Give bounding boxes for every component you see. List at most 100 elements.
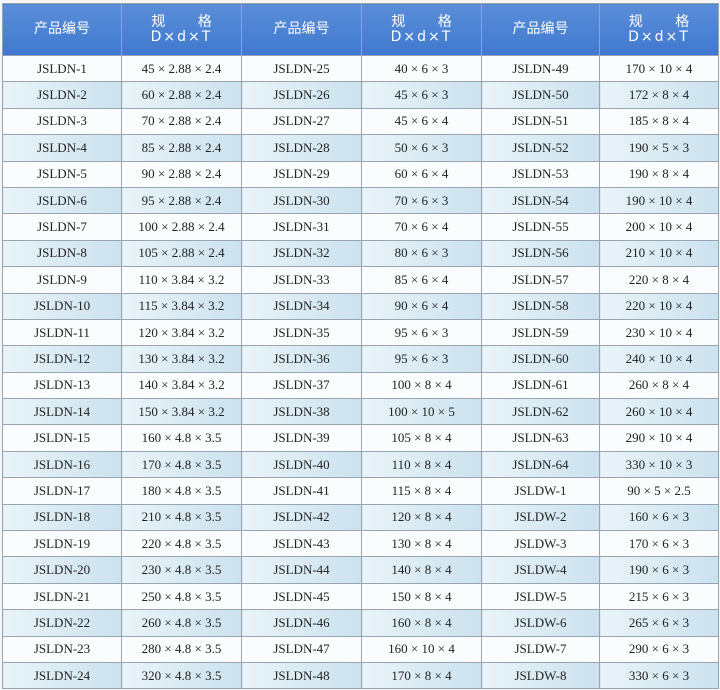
product-code-cell: JSLDN-31 — [241, 213, 362, 241]
spec-cell: 150 × 3.84 × 3.2 — [121, 398, 242, 426]
product-code-cell: JSLDW-5 — [481, 582, 600, 611]
product-code-cell: JSLDN-3 — [2, 107, 122, 136]
product-code-cell: JSLDN-49 — [481, 54, 600, 83]
table-row: JSLDN-13 140 × 3.84 × 3.2 JSLDN-37 100 × 8 … — [2, 371, 719, 400]
spec-cell: 210 × 10 × 4 — [599, 239, 719, 268]
spec-cell: 160 × 8 × 4 — [361, 609, 482, 637]
product-code-cell: JSLDN-5 — [2, 160, 122, 188]
product-code-cell: JSLDN-29 — [241, 160, 362, 188]
product-code-cell: JSLDN-32 — [241, 239, 362, 268]
product-code-cell: JSLDN-21 — [2, 582, 122, 611]
spec-cell: 60 × 2.88 × 2.4 — [121, 81, 242, 109]
product-code-cell: JSLDW-1 — [481, 477, 600, 505]
product-code-cell: JSLDN-60 — [481, 345, 600, 373]
product-code-cell: JSLDN-35 — [241, 318, 362, 347]
spec-cell: 140 × 3.84 × 3.2 — [121, 371, 242, 400]
product-code-cell: JSLDN-50 — [481, 81, 600, 109]
header-spec-dims: D×d×T — [150, 28, 213, 45]
table-row: JSLDN-2 60 × 2.88 × 2.4 JSLDN-26 45 × 6 × 3… — [2, 81, 719, 109]
spec-cell: 70 × 6 × 3 — [361, 186, 482, 215]
product-code-cell: JSLDN-56 — [481, 239, 600, 268]
spec-cell: 85 × 6 × 4 — [361, 266, 482, 294]
product-code-cell: JSLDN-38 — [241, 398, 362, 426]
spec-cell: 220 × 4.8 × 3.5 — [121, 530, 242, 558]
spec-cell: 290 × 6 × 3 — [599, 635, 719, 663]
product-code-cell: JSLDN-40 — [241, 450, 362, 479]
spec-cell: 190 × 5 × 3 — [599, 134, 719, 162]
spec-cell: 260 × 4.8 × 3.5 — [121, 609, 242, 637]
header-spec: 规 格 D×d×T — [599, 3, 719, 56]
spec-cell: 190 × 6 × 3 — [599, 556, 719, 584]
spec-cell: 70 × 2.88 × 2.4 — [121, 107, 242, 136]
table-row: JSLDN-21 250 × 4.8 × 3.5 JSLDN-45 150 × 8 ×… — [2, 582, 719, 611]
spec-cell: 150 × 8 × 4 — [361, 582, 482, 611]
product-code-cell: JSLDN-64 — [481, 450, 600, 479]
table-row: JSLDN-3 70 × 2.88 × 2.4 JSLDN-27 45 × 6 × 4… — [2, 107, 719, 136]
spec-cell: 90 × 2.88 × 2.4 — [121, 160, 242, 188]
product-code-cell: JSLDN-4 — [2, 134, 122, 162]
spec-cell: 330 × 10 × 3 — [599, 450, 719, 479]
product-code-cell: JSLDN-33 — [241, 266, 362, 294]
product-code-cell: JSLDN-10 — [2, 292, 122, 320]
product-code-cell: JSLDN-7 — [2, 213, 122, 241]
spec-cell: 130 × 8 × 4 — [361, 530, 482, 558]
spec-cell: 180 × 4.8 × 3.5 — [121, 477, 242, 505]
product-code-cell: JSLDN-48 — [241, 661, 362, 690]
spec-cell: 100 × 10 × 5 — [361, 398, 482, 426]
spec-cell: 320 × 4.8 × 3.5 — [121, 661, 242, 690]
spec-cell: 90 × 5 × 2.5 — [599, 477, 719, 505]
product-code-cell: JSLDN-30 — [241, 186, 362, 215]
product-code-cell: JSLDN-20 — [2, 556, 122, 584]
header-spec-title: 规 格 — [151, 13, 226, 30]
spec-cell: 45 × 6 × 4 — [361, 107, 482, 136]
spec-cell: 115 × 8 × 4 — [361, 477, 482, 505]
product-code-cell: JSLDW-2 — [481, 503, 600, 532]
table-row: JSLDN-15 160 × 4.8 × 3.5 JSLDN-39 105 × 8 ×… — [2, 424, 719, 452]
product-code-cell: JSLDN-2 — [2, 81, 122, 109]
product-code-cell: JSLDN-34 — [241, 292, 362, 320]
product-code-cell: JSLDN-41 — [241, 477, 362, 505]
spec-cell: 280 × 4.8 × 3.5 — [121, 635, 242, 663]
spec-cell: 105 × 2.88 × 2.4 — [121, 239, 242, 268]
spec-cell: 120 × 3.84 × 3.2 — [121, 318, 242, 347]
product-code-cell: JSLDN-23 — [2, 635, 122, 663]
product-code-cell: JSLDN-13 — [2, 371, 122, 400]
product-code-cell: JSLDN-6 — [2, 186, 122, 215]
product-code-cell: JSLDN-24 — [2, 661, 122, 690]
product-code-cell: JSLDN-18 — [2, 503, 122, 532]
spec-cell: 250 × 4.8 × 3.5 — [121, 582, 242, 611]
product-code-cell: JSLDN-52 — [481, 134, 600, 162]
spec-cell: 172 × 8 × 4 — [599, 81, 719, 109]
table-row: JSLDN-11 120 × 3.84 × 3.2 JSLDN-35 95 × 6 ×… — [2, 318, 719, 347]
spec-cell: 110 × 3.84 × 3.2 — [121, 266, 242, 294]
product-code-cell: JSLDN-9 — [2, 266, 122, 294]
table-row: JSLDN-6 95 × 2.88 × 2.4 JSLDN-30 70 × 6 × 3… — [2, 186, 719, 215]
table-row: JSLDN-19 220 × 4.8 × 3.5 JSLDN-43 130 × 8 ×… — [2, 530, 719, 558]
table-row: JSLDN-22 260 × 4.8 × 3.5 JSLDN-46 160 × 8 ×… — [2, 609, 719, 637]
spec-cell: 240 × 10 × 4 — [599, 345, 719, 373]
table-row: JSLDN-10 115 × 3.84 × 3.2 JSLDN-34 90 × 6 ×… — [2, 292, 719, 320]
product-code-cell: JSLDW-4 — [481, 556, 600, 584]
spec-cell: 160 × 10 × 4 — [361, 635, 482, 663]
product-code-cell: JSLDN-37 — [241, 371, 362, 400]
table-row: JSLDN-1 45 × 2.88 × 2.4 JSLDN-25 40 × 6 × 3… — [2, 54, 719, 83]
table-row: JSLDN-8 105 × 2.88 × 2.4 JSLDN-32 80 × 6 × … — [2, 239, 719, 268]
spec-cell: 70 × 6 × 4 — [361, 213, 482, 241]
header-product-code: 产品编号 — [2, 3, 122, 56]
product-code-cell: JSLDN-55 — [481, 213, 600, 241]
table-body: JSLDN-1 45 × 2.88 × 2.4 JSLDN-25 40 × 6 × 3… — [2, 54, 719, 690]
product-code-cell: JSLDN-62 — [481, 398, 600, 426]
product-code-cell: JSLDN-36 — [241, 345, 362, 373]
spec-cell: 330 × 6 × 3 — [599, 661, 719, 690]
product-code-cell: JSLDN-16 — [2, 450, 122, 479]
spec-cell: 215 × 6 × 3 — [599, 582, 719, 611]
header-spec: 规 格 D×d×T — [361, 3, 482, 56]
header-spec: 规 格 D×d×T — [121, 3, 242, 56]
product-code-cell: JSLDN-63 — [481, 424, 600, 452]
spec-cell: 100 × 2.88 × 2.4 — [121, 213, 242, 241]
spec-cell: 60 × 6 × 4 — [361, 160, 482, 188]
spec-cell: 110 × 8 × 4 — [361, 450, 482, 479]
header-spec-dims: D×d×T — [390, 28, 453, 45]
product-code-cell: JSLDN-53 — [481, 160, 600, 188]
table-row: JSLDN-5 90 × 2.88 × 2.4 JSLDN-29 60 × 6 × 4… — [2, 160, 719, 188]
